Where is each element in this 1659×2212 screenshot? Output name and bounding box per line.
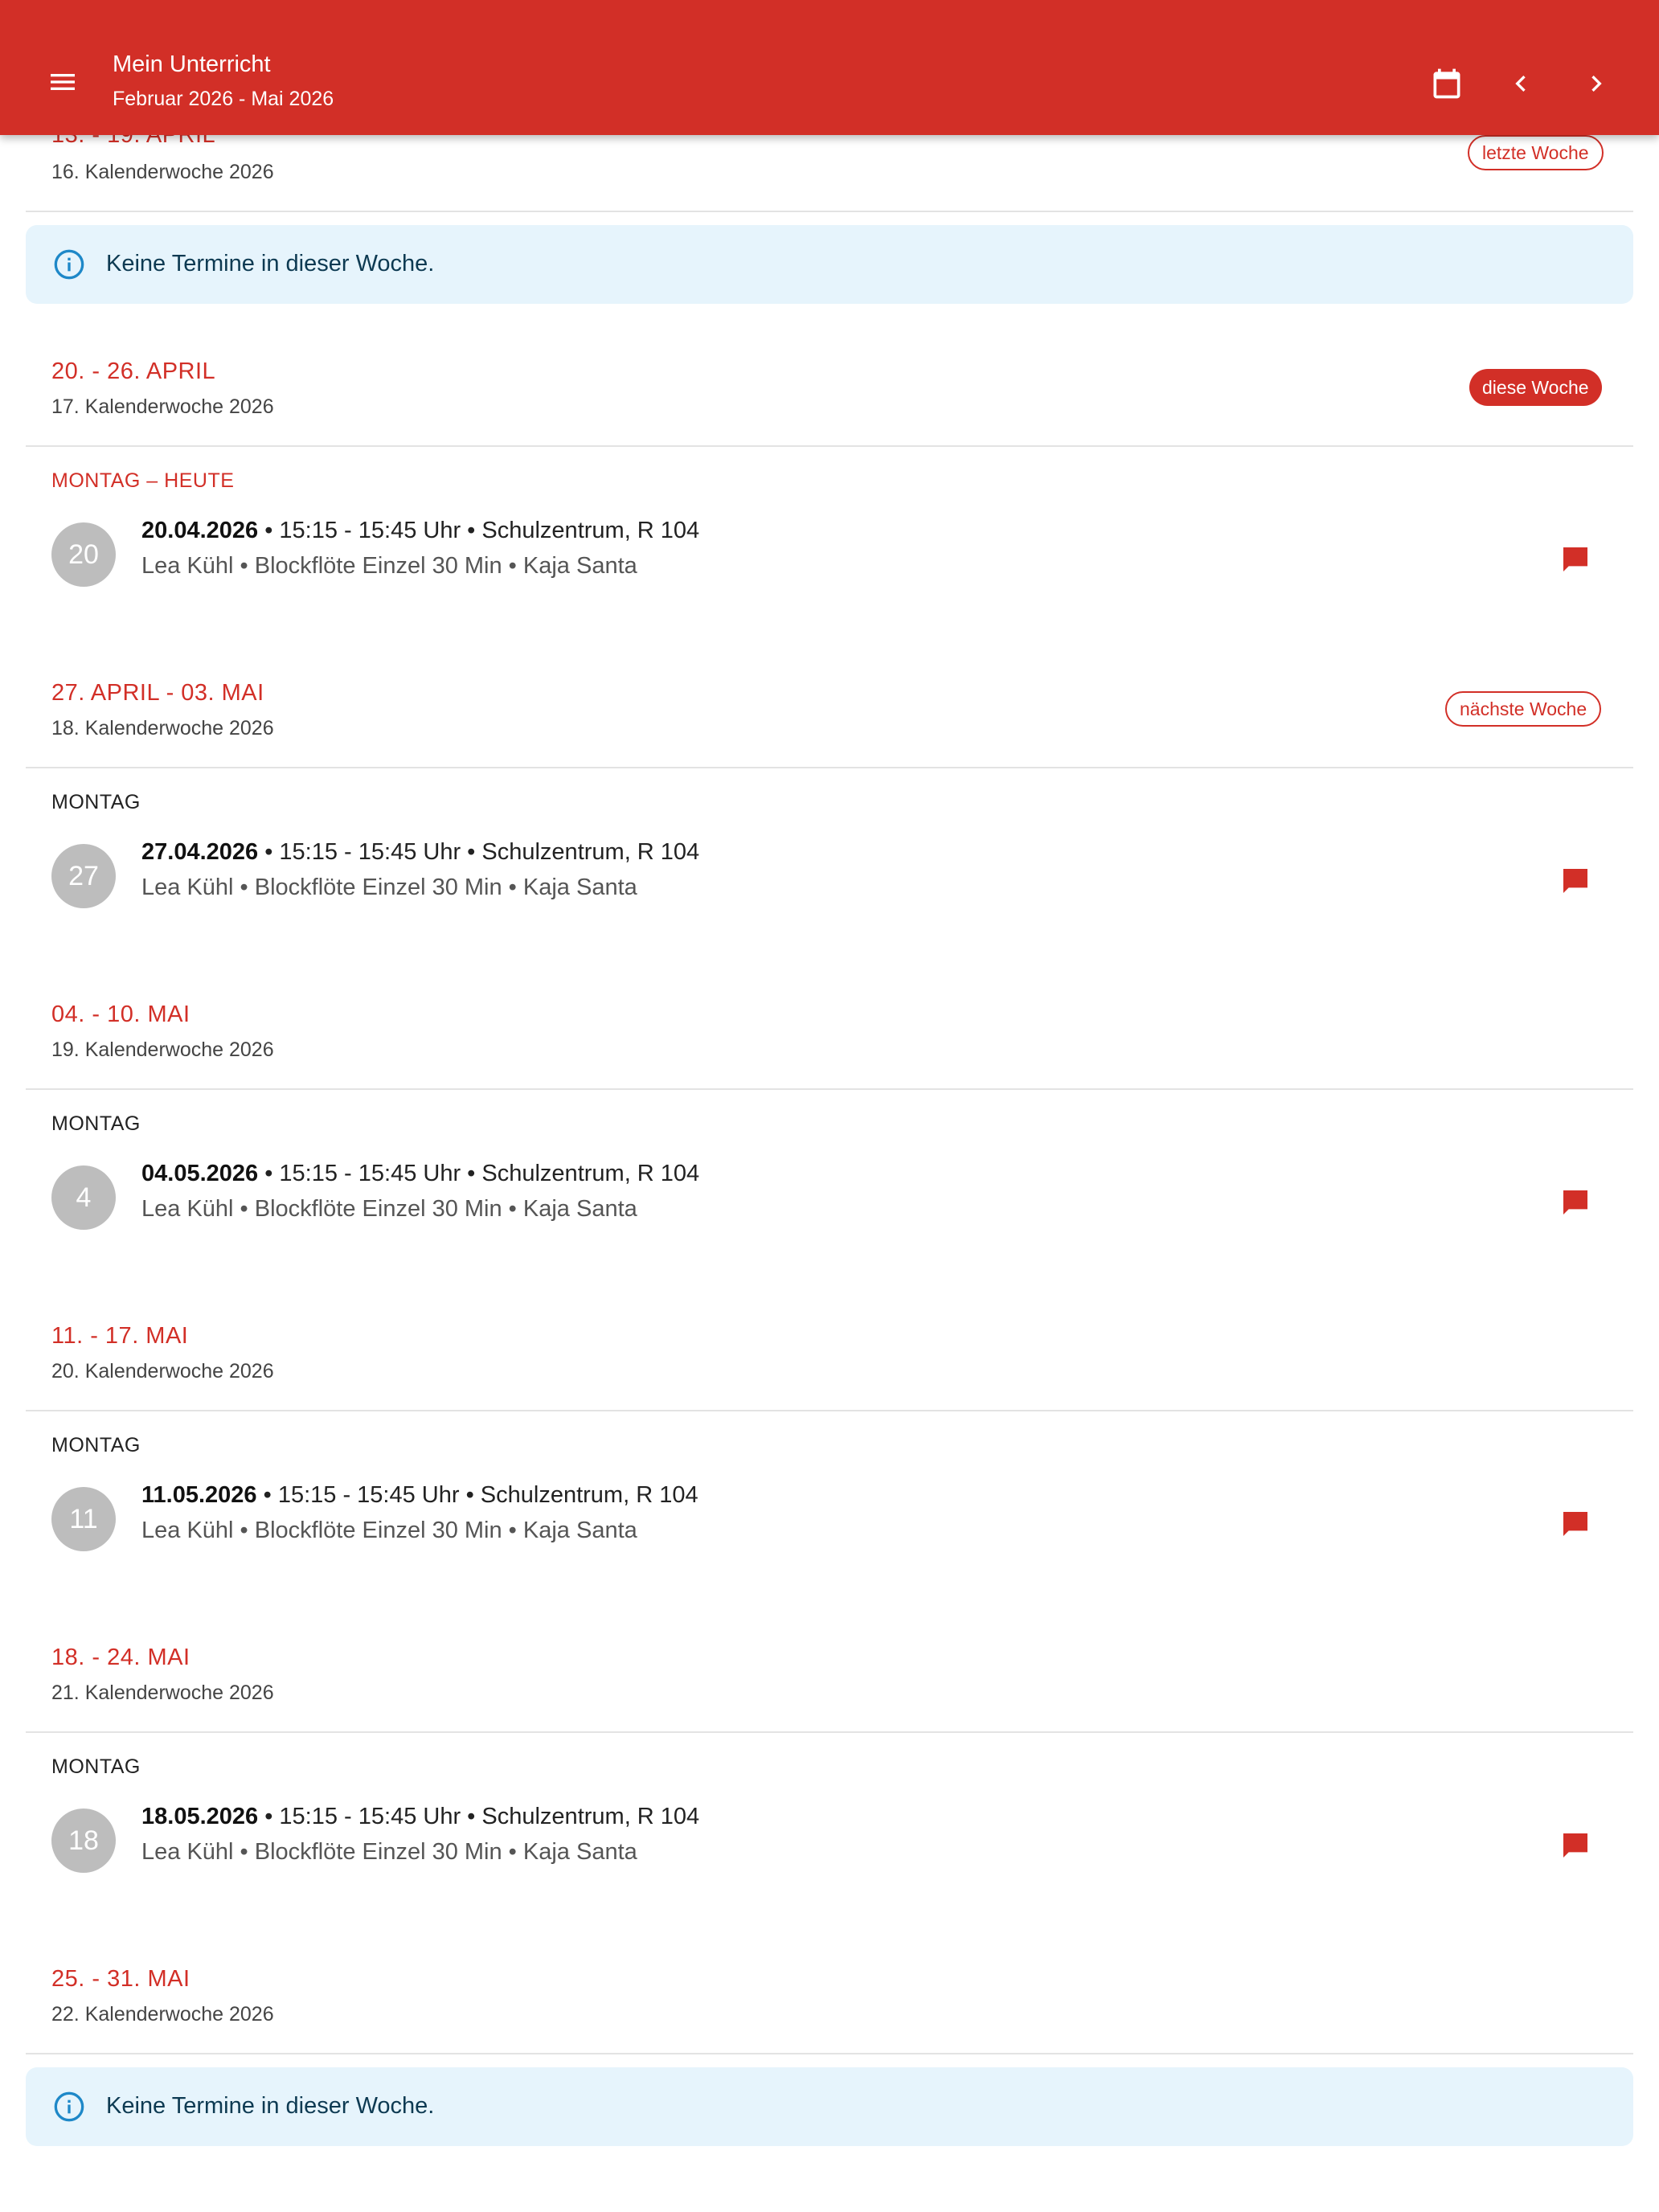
event-details: • 15:15 - 15:45 Uhr • Schulzentrum, R 10… (256, 1482, 698, 1508)
event-line1: 11.05.2026 • 15:15 - 15:45 Uhr • Schulze… (141, 1482, 698, 1509)
week-number: 16. Kalenderwoche 2026 (51, 161, 274, 183)
last-week-chip: letzte Woche (1468, 135, 1604, 170)
comment-button[interactable] (1545, 1493, 1606, 1555)
day-avatar: 20 (51, 522, 116, 587)
event-details: • 15:15 - 15:45 Uhr • Schulzentrum, R 10… (258, 1804, 700, 1829)
comment-button[interactable] (1545, 1815, 1606, 1876)
info-icon (54, 2091, 84, 2122)
comment-icon (1563, 547, 1587, 571)
day-label: MONTAG (51, 1755, 141, 1778)
day-label: MONTAG (51, 1434, 141, 1456)
week-number: 20. Kalenderwoche 2026 (51, 1360, 274, 1382)
event-item[interactable]: 11 11.05.2026 • 15:15 - 15:45 Uhr • Schu… (0, 1473, 1659, 1569)
comment-button[interactable] (1545, 529, 1606, 590)
divider (26, 445, 1633, 447)
divider (26, 2053, 1633, 2054)
week-number: 18. Kalenderwoche 2026 (51, 717, 274, 739)
event-details: • 15:15 - 15:45 Uhr • Schulzentrum, R 10… (258, 518, 700, 543)
event-line2: Lea Kühl • Blockflöte Einzel 30 Min • Ka… (141, 1196, 637, 1222)
event-item[interactable]: 20 20.04.2026 • 15:15 - 15:45 Uhr • Schu… (0, 508, 1659, 604)
event-item[interactable]: 18 18.05.2026 • 15:15 - 15:45 Uhr • Schu… (0, 1794, 1659, 1890)
comment-icon (1563, 1833, 1587, 1858)
menu-icon (51, 74, 75, 90)
calendar-icon (1433, 68, 1460, 99)
divider (26, 767, 1633, 768)
event-line1: 18.05.2026 • 15:15 - 15:45 Uhr • Schulze… (141, 1804, 699, 1830)
event-details: • 15:15 - 15:45 Uhr • Schulzentrum, R 10… (258, 1161, 700, 1186)
divider (26, 1410, 1633, 1411)
day-avatar: 4 (51, 1165, 116, 1230)
event-date: 20.04.2026 (141, 518, 259, 543)
app-bar: Mein Unterricht Februar 2026 - Mai 2026 (0, 0, 1659, 135)
chevron-right-icon (1591, 76, 1602, 92)
info-text: Keine Termine in dieser Woche. (106, 2093, 435, 2119)
info-icon (54, 249, 84, 280)
next-button[interactable] (1566, 53, 1627, 114)
event-date: 11.05.2026 (141, 1482, 257, 1508)
day-avatar: 27 (51, 844, 116, 908)
event-line2: Lea Kühl • Blockflöte Einzel 30 Min • Ka… (141, 1518, 637, 1543)
event-date: 04.05.2026 (141, 1161, 259, 1186)
event-line1: 27.04.2026 • 15:15 - 15:45 Uhr • Schulze… (141, 839, 699, 866)
week-range: 11. - 17. MAI (51, 1323, 189, 1349)
week-range: 25. - 31. MAI (51, 1966, 190, 1992)
comment-button[interactable] (1545, 1172, 1606, 1233)
week-range: 18. - 24. MAI (51, 1645, 190, 1670)
week-range: 04. - 10. MAI (51, 1002, 190, 1027)
day-avatar: 18 (51, 1809, 116, 1873)
event-details: • 15:15 - 15:45 Uhr • Schulzentrum, R 10… (258, 839, 700, 865)
event-line2: Lea Kühl • Blockflöte Einzel 30 Min • Ka… (141, 1839, 637, 1865)
day-label: MONTAG – HEUTE (51, 469, 235, 492)
no-events-info: Keine Termine in dieser Woche. (26, 225, 1633, 304)
calendar-button[interactable] (1416, 53, 1477, 114)
next-week-chip: nächste Woche (1445, 691, 1602, 727)
chevron-left-icon (1515, 76, 1526, 92)
event-line1: 04.05.2026 • 15:15 - 15:45 Uhr • Schulze… (141, 1161, 699, 1187)
day-label: MONTAG (51, 791, 141, 813)
no-events-info: Keine Termine in dieser Woche. (26, 2067, 1633, 2146)
event-item[interactable]: 4 04.05.2026 • 15:15 - 15:45 Uhr • Schul… (0, 1151, 1659, 1247)
this-week-chip: diese Woche (1469, 369, 1602, 406)
comment-button[interactable] (1545, 850, 1606, 911)
menu-button[interactable] (32, 51, 93, 113)
previous-button[interactable] (1490, 53, 1551, 114)
event-line2: Lea Kühl • Blockflöte Einzel 30 Min • Ka… (141, 875, 637, 900)
week-number: 21. Kalenderwoche 2026 (51, 1682, 274, 1704)
divider (26, 211, 1633, 212)
week-number: 19. Kalenderwoche 2026 (51, 1038, 274, 1061)
day-label: MONTAG (51, 1112, 141, 1135)
event-line2: Lea Kühl • Blockflöte Einzel 30 Min • Ka… (141, 553, 637, 579)
date-range-subtitle: Februar 2026 - Mai 2026 (113, 88, 334, 110)
week-number: 17. Kalenderwoche 2026 (51, 395, 274, 418)
event-date: 27.04.2026 (141, 839, 259, 865)
event-line1: 20.04.2026 • 15:15 - 15:45 Uhr • Schulze… (141, 518, 699, 544)
event-date: 18.05.2026 (141, 1804, 259, 1829)
day-avatar: 11 (51, 1487, 116, 1551)
week-number: 22. Kalenderwoche 2026 (51, 2003, 274, 2026)
comment-icon (1563, 1190, 1587, 1215)
divider (26, 1731, 1633, 1733)
comment-icon (1563, 869, 1587, 893)
event-item[interactable]: 27 27.04.2026 • 15:15 - 15:45 Uhr • Schu… (0, 830, 1659, 926)
divider (26, 1088, 1633, 1090)
info-text: Keine Termine in dieser Woche. (106, 251, 435, 276)
comment-icon (1563, 1512, 1587, 1536)
app-title: Mein Unterricht (113, 51, 271, 77)
schedule-list[interactable]: 13. - 19. APRIL 16. Kalenderwoche 2026 l… (0, 0, 1659, 2212)
week-range: 20. - 26. APRIL (51, 358, 216, 384)
week-range: 27. APRIL - 03. MAI (51, 680, 264, 706)
